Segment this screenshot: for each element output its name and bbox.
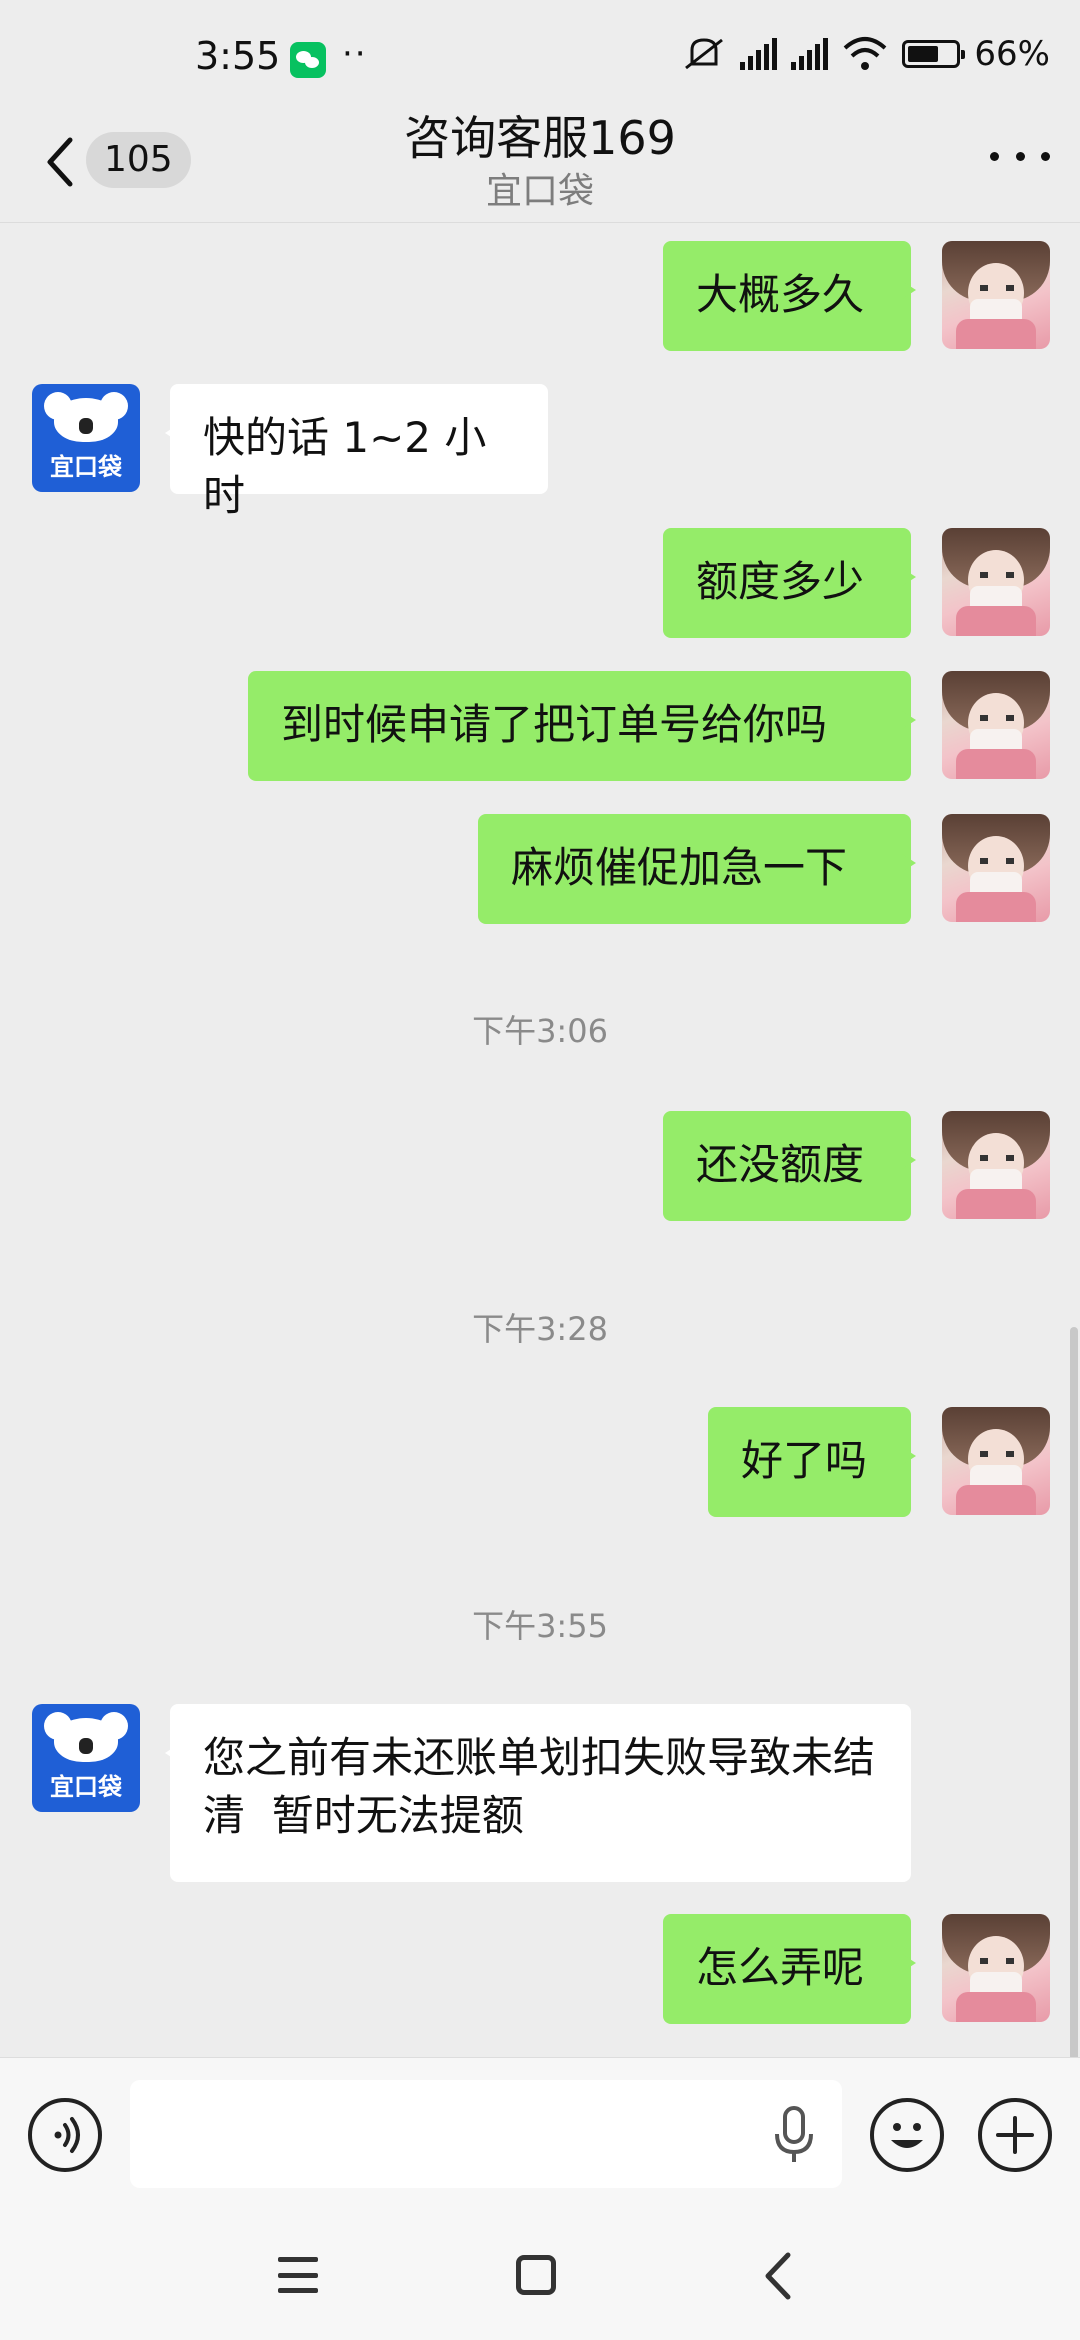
system-nav-bar: [0, 2215, 1080, 2340]
message-row: 怎么弄呢: [0, 222, 1080, 2024]
more-options-button[interactable]: [990, 146, 1050, 166]
wechat-notification-icon: [290, 42, 326, 78]
battery-icon: [902, 40, 966, 68]
wifi-icon: [844, 37, 887, 70]
recent-apps-icon[interactable]: [278, 2257, 318, 2293]
mute-icon: [685, 38, 724, 70]
status-time: 3:55: [195, 34, 281, 78]
plus-button[interactable]: [978, 2098, 1052, 2172]
scrollbar[interactable]: [1070, 1327, 1078, 2057]
signal-hd-1-icon: [740, 38, 778, 70]
input-bar: [0, 2057, 1080, 2216]
emoji-icon: [891, 2123, 923, 2148]
voice-button[interactable]: [28, 2098, 102, 2172]
message-list[interactable]: 大概多久 宜口袋 快的话 1~2 小时 额度多少 到时候申请了把订单号给你吗 麻…: [0, 222, 1080, 2057]
chat-title: 咨询客服169: [404, 111, 676, 165]
user-avatar[interactable]: [942, 1914, 1050, 2022]
battery-percent: 66%: [974, 34, 1050, 74]
emoji-button[interactable]: [870, 2098, 944, 2172]
status-icons: 66%: [682, 34, 1050, 74]
home-icon[interactable]: [516, 2255, 556, 2295]
signal-hd-2-icon: [791, 38, 829, 70]
notification-dots: ··: [342, 34, 368, 74]
outgoing-message-bubble[interactable]: 怎么弄呢: [663, 1914, 916, 2024]
voice-icon: [54, 2117, 80, 2153]
plus-icon: [996, 2116, 1034, 2154]
chat-header: 105 咨询客服169 宜口袋: [0, 96, 1080, 223]
chat-subtitle: 宜口袋: [485, 171, 594, 212]
mic-icon[interactable]: [772, 2106, 816, 2164]
back-icon[interactable]: [758, 2249, 798, 2303]
message-input[interactable]: [130, 2080, 842, 2188]
more-dots-icon: [990, 151, 999, 161]
